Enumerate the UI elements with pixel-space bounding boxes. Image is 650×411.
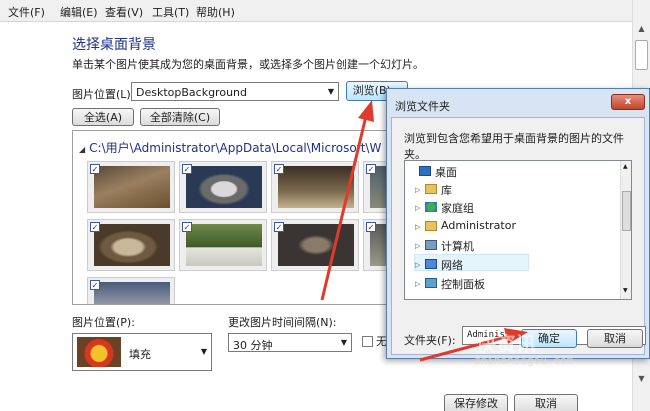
menu-help[interactable]: 帮助(H) bbox=[196, 4, 235, 20]
dialog-cancel-button[interactable]: 取消 bbox=[587, 329, 643, 348]
thumbnail-checkbox[interactable]: ✓ bbox=[274, 222, 284, 232]
library-icon bbox=[425, 184, 437, 194]
chevron-down-icon: ▼ bbox=[200, 347, 207, 356]
picture-location-value: DesktopBackground bbox=[136, 86, 247, 99]
thumbnail-checkbox[interactable]: ✓ bbox=[366, 222, 376, 232]
wolf-image bbox=[186, 224, 262, 266]
wallpaper-thumbnail[interactable]: ✓ bbox=[87, 219, 175, 271]
save-changes-button[interactable]: 保存修改 bbox=[444, 394, 508, 411]
wallpaper-thumbnail[interactable]: ✓ bbox=[179, 161, 267, 213]
folder-path: C:\用户\Administrator\AppData\Local\Micros… bbox=[89, 141, 382, 155]
chevron-down-icon: ▼ bbox=[340, 338, 347, 347]
dialog-title: 浏览文件夹 bbox=[395, 100, 450, 113]
collapse-icon[interactable]: ◢ bbox=[79, 145, 85, 154]
scroll-down-icon[interactable]: ▼ bbox=[623, 287, 628, 294]
computer-icon bbox=[425, 240, 437, 250]
chevron-down-icon: ▼ bbox=[327, 87, 334, 96]
homegroup-icon bbox=[425, 202, 437, 212]
clear-all-button[interactable]: 全部清除(C) bbox=[140, 108, 220, 126]
position-value: 填充 bbox=[129, 348, 151, 361]
interval-label: 更改图片时间间隔(N): bbox=[228, 316, 337, 329]
wolf-image bbox=[94, 166, 170, 208]
tree-item-control-panel[interactable]: 控制面板 bbox=[441, 276, 485, 292]
menu-edit[interactable]: 编辑(E) bbox=[60, 4, 98, 20]
expand-icon[interactable]: ▷ bbox=[415, 204, 420, 212]
expand-icon[interactable]: ▷ bbox=[415, 242, 420, 250]
tree-item-network[interactable]: 网络 bbox=[441, 257, 463, 273]
tree-item-library[interactable]: 库 bbox=[441, 182, 452, 198]
scroll-thumb[interactable] bbox=[635, 40, 648, 70]
wolf-image bbox=[278, 166, 354, 208]
picture-location-label: 图片位置(L): bbox=[72, 88, 135, 101]
watermark-text: 快资讯 bbox=[476, 332, 536, 356]
thumbnail-checkbox[interactable]: ✓ bbox=[90, 222, 100, 232]
tree-scroll-thumb[interactable] bbox=[622, 191, 631, 231]
wallpaper-thumbnail[interactable]: ✓ bbox=[271, 161, 359, 213]
browse-folder-dialog: 浏览文件夹 x 浏览到包含您希望用于桌面背景的图片的文件夹。 桌面 ▷ 库 ▷ … bbox=[386, 88, 650, 359]
expand-icon[interactable]: ▷ bbox=[415, 261, 420, 269]
menu-bar: 文件(F) 编辑(E) 查看(V) 工具(T) 帮助(H) bbox=[0, 0, 650, 22]
network-icon bbox=[425, 259, 437, 269]
thumbnail-checkbox[interactable]: ✓ bbox=[366, 164, 376, 174]
wolf-image bbox=[94, 282, 170, 304]
flower-preview-icon bbox=[77, 337, 121, 367]
expand-icon[interactable]: ▷ bbox=[415, 223, 420, 231]
tree-item-desktop[interactable]: 桌面 bbox=[435, 164, 457, 180]
watermark-url: zhinansogou.com bbox=[474, 354, 574, 367]
interval-value: 30 分钟 bbox=[233, 339, 273, 352]
select-all-button[interactable]: 全选(A) bbox=[72, 108, 134, 126]
expand-icon[interactable]: ▷ bbox=[415, 280, 420, 288]
picture-location-combo[interactable]: DesktopBackground ▼ bbox=[131, 82, 339, 101]
thumbnail-checkbox[interactable]: ✓ bbox=[90, 164, 100, 174]
scroll-up-icon[interactable]: ▲ bbox=[623, 163, 628, 170]
picture-gallery[interactable]: ◢ C:\用户\Administrator\AppData\Local\Micro… bbox=[72, 130, 402, 305]
shuffle-checkbox[interactable] bbox=[362, 336, 373, 347]
folder-tree[interactable]: 桌面 ▷ 库 ▷ 家庭组 ▷ Administrator ▷ 计算机 ▷ 网络 … bbox=[404, 160, 632, 300]
wallpaper-thumbnail[interactable]: ✓ bbox=[87, 277, 175, 304]
tree-scrollbar[interactable]: ▲ ▼ bbox=[620, 161, 631, 299]
wolf-image bbox=[94, 224, 170, 266]
scroll-down-icon[interactable]: ▼ bbox=[635, 374, 648, 388]
wolf-image bbox=[278, 224, 354, 266]
thumbnail-checkbox[interactable]: ✓ bbox=[182, 222, 192, 232]
expand-icon[interactable]: ▷ bbox=[415, 186, 420, 194]
desktop-icon bbox=[419, 166, 431, 176]
folder-group-header[interactable]: ◢ C:\用户\Administrator\AppData\Local\Micro… bbox=[79, 139, 381, 156]
cancel-button[interactable]: 取消 bbox=[514, 394, 578, 411]
scroll-up-icon[interactable]: ▲ bbox=[635, 24, 648, 38]
wallpaper-thumbnail[interactable]: ✓ bbox=[271, 219, 359, 271]
dialog-body: 浏览到包含您希望用于桌面背景的图片的文件夹。 桌面 ▷ 库 ▷ 家庭组 ▷ Ad… bbox=[391, 117, 646, 355]
page-title: 选择桌面背景 bbox=[72, 37, 156, 53]
page-subtitle: 单击某个图片使其成为您的桌面背景，或选择多个图片创建一个幻灯片。 bbox=[72, 58, 424, 71]
tree-item-homegroup[interactable]: 家庭组 bbox=[441, 200, 474, 216]
dialog-prompt: 浏览到包含您希望用于桌面背景的图片的文件夹。 bbox=[404, 132, 624, 161]
thumbnail-checkbox[interactable]: ✓ bbox=[274, 164, 284, 174]
interval-combo[interactable]: 30 分钟 ▼ bbox=[228, 333, 352, 352]
menu-tools[interactable]: 工具(T) bbox=[152, 4, 189, 20]
folder-label: 文件夹(F): bbox=[404, 334, 456, 347]
menu-view[interactable]: 查看(V) bbox=[105, 4, 143, 20]
picture-position-combo[interactable]: 填充 ▼ bbox=[72, 333, 212, 371]
thumbnail-checkbox[interactable]: ✓ bbox=[90, 280, 100, 290]
wallpaper-thumbnail[interactable]: ✓ bbox=[87, 161, 175, 213]
position-label: 图片位置(P): bbox=[72, 316, 135, 329]
wolf-image bbox=[186, 166, 262, 208]
control-panel-icon bbox=[425, 278, 437, 288]
user-folder-icon bbox=[425, 221, 437, 231]
wallpaper-thumbnail[interactable]: ✓ bbox=[179, 219, 267, 271]
menu-file[interactable]: 文件(F) bbox=[8, 4, 45, 20]
thumbnail-checkbox[interactable]: ✓ bbox=[182, 164, 192, 174]
tree-item-administrator[interactable]: Administrator bbox=[441, 219, 516, 232]
dialog-close-button[interactable]: x bbox=[611, 94, 645, 110]
tree-item-computer[interactable]: 计算机 bbox=[441, 238, 474, 254]
